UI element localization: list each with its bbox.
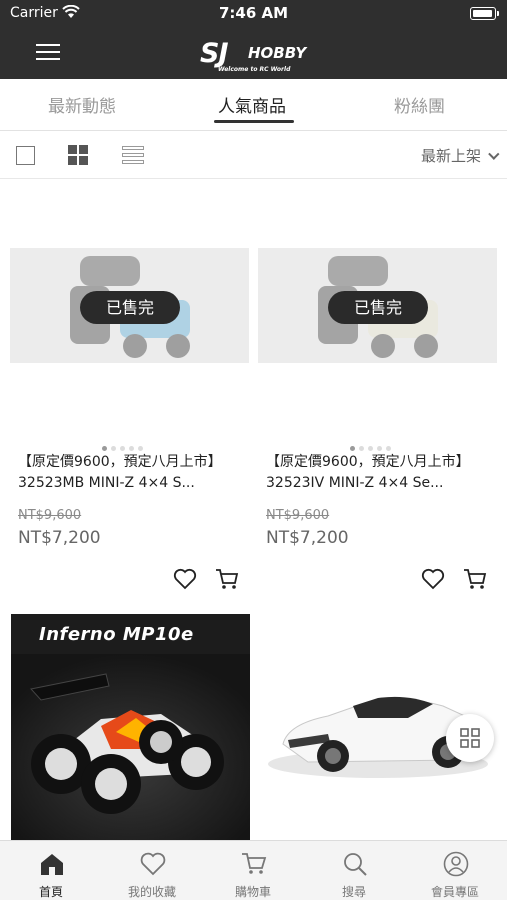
user-icon (443, 851, 469, 877)
nav-search[interactable]: 搜尋 (304, 841, 404, 900)
grid-icon (460, 728, 480, 748)
nav-label: 搜尋 (341, 885, 366, 899)
menu-button[interactable] (36, 42, 60, 62)
bottom-nav: 首頁 我的收藏 購物車 搜尋 會員專區 (0, 840, 507, 900)
nav-member[interactable]: 會員專區 (405, 841, 505, 900)
sale-price: NT$7,200 (18, 528, 101, 548)
status-time: 7:46 AM (218, 4, 289, 22)
cart-icon (242, 853, 267, 874)
tab-active-indicator (214, 120, 294, 123)
logo-tagline: Welcome to RC World (218, 66, 291, 73)
product-image-inferno[interactable]: Inferno MP10e (11, 614, 250, 840)
battery-icon (470, 7, 496, 20)
tab-news[interactable]: 最新動態 (48, 92, 116, 117)
view-filter-bar: 最新上架 (0, 132, 507, 179)
tab-bar: 最新動態 人氣商品 粉絲團 (0, 79, 507, 131)
chevron-down-icon (488, 148, 500, 160)
tab-popular[interactable]: 人氣商品 (218, 92, 286, 117)
product-title[interactable]: 【原定價9600，預定八月上市】32523IV MINI-Z 4×4 Se... (266, 452, 496, 496)
cart-icon[interactable] (463, 568, 487, 590)
menu-bar (36, 51, 60, 53)
app-header: Carrier 7:46 AM SJ HOBBY Welcome to RC W… (0, 0, 507, 79)
grid-toggle-button[interactable] (446, 714, 494, 762)
search-icon (344, 853, 367, 876)
menu-bar (36, 58, 60, 60)
product-title[interactable]: 【原定價9600，預定八月上市】32523MB MINI-Z 4×4 S... (18, 452, 248, 496)
product-image[interactable]: 已售完 (10, 248, 249, 363)
buggy-image (11, 654, 250, 840)
product-image[interactable]: 已售完 (258, 248, 497, 363)
nav-home[interactable]: 首頁 (1, 841, 101, 900)
heart-icon[interactable] (421, 568, 445, 590)
grid-view-icon[interactable] (68, 145, 89, 166)
nav-favorites[interactable]: 我的收藏 (102, 841, 202, 900)
nav-label: 購物車 (234, 885, 271, 899)
list-view-icon[interactable] (122, 146, 144, 166)
sort-label: 最新上架 (420, 147, 481, 165)
brand-logo[interactable]: SJ HOBBY Welcome to RC World (198, 30, 310, 78)
logo-sub: HOBBY (248, 44, 307, 62)
nav-label: 首頁 (38, 885, 63, 899)
sold-out-badge: 已售完 (328, 291, 428, 324)
carousel-dots (102, 436, 147, 451)
original-price: NT$9,600 (18, 508, 82, 523)
battery-tip (497, 11, 499, 16)
sale-price: NT$7,200 (266, 528, 349, 548)
single-view-icon[interactable] (16, 146, 35, 165)
nav-label: 我的收藏 (127, 885, 176, 899)
status-bar: Carrier 7:46 AM (0, 0, 507, 28)
original-price: NT$9,600 (266, 508, 330, 523)
nav-cart[interactable]: 購物車 (203, 841, 303, 900)
menu-bar (36, 44, 60, 46)
tab-fans[interactable]: 粉絲團 (394, 92, 445, 117)
carousel-dots (350, 436, 395, 451)
logo-text: SJ (200, 38, 228, 69)
sort-dropdown[interactable]: 最新上架 (420, 145, 500, 166)
heart-icon (140, 852, 166, 876)
cart-icon[interactable] (215, 568, 239, 590)
home-icon (41, 854, 63, 875)
heart-icon[interactable] (173, 568, 197, 590)
sold-out-badge: 已售完 (80, 291, 180, 324)
nav-label: 會員專區 (430, 885, 479, 899)
